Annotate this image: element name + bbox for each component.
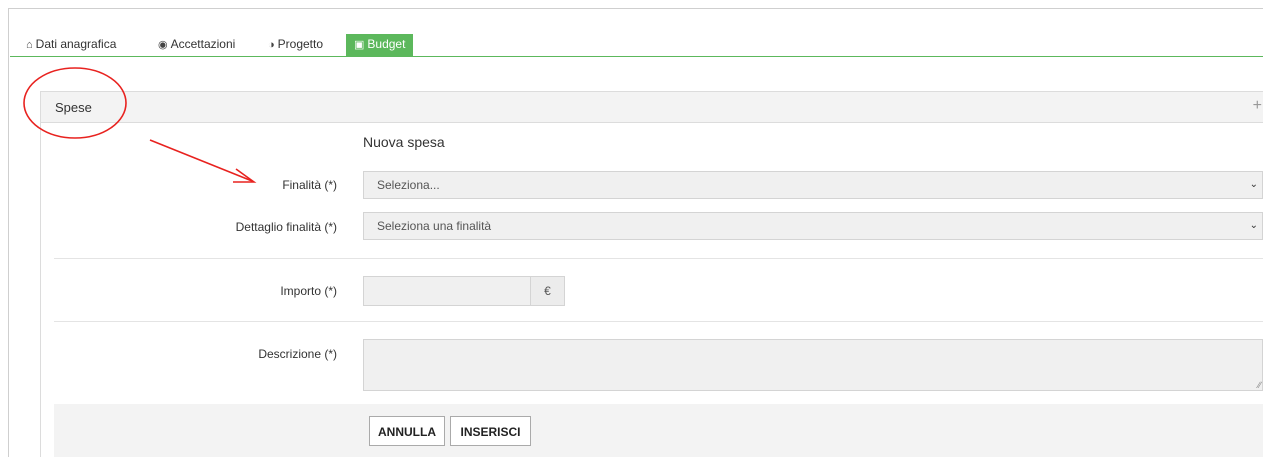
spese-panel: Spese +	[40, 91, 1263, 457]
descrizione-textarea[interactable]: ∕∕	[363, 339, 1263, 391]
importo-label: Importo (*)	[280, 284, 337, 298]
panel-title: Spese	[55, 100, 92, 115]
eye-icon: ◉	[158, 39, 168, 51]
tab-label: Dati anagrafica	[35, 37, 117, 51]
annulla-button[interactable]: ANNULLA	[369, 416, 445, 446]
tab-label: Progetto	[277, 37, 324, 51]
finalita-value: Seleziona...	[377, 178, 440, 192]
finalita-label: Finalità (*)	[282, 178, 337, 192]
tab-budget[interactable]: ▣ Budget	[346, 34, 414, 56]
descrizione-label: Descrizione (*)	[258, 347, 337, 361]
tab-progetto[interactable]: ◑ Progetto	[260, 34, 331, 56]
divider	[54, 321, 1263, 322]
form-title: Nuova spesa	[363, 134, 445, 150]
resize-handle-icon[interactable]: ∕∕	[1258, 380, 1261, 390]
dettaglio-finalita-value: Seleziona una finalità	[377, 219, 492, 233]
inserisci-button[interactable]: INSERISCI	[450, 416, 531, 446]
globe-icon: ◑	[268, 39, 275, 51]
tab-dati-anagrafica[interactable]: ⌂ Dati anagrafica	[18, 34, 124, 56]
finalita-select[interactable]: Seleziona... ⌄	[363, 171, 1263, 199]
home-icon: ⌂	[26, 39, 33, 51]
tab-label: Budget	[367, 37, 406, 51]
expand-icon[interactable]: +	[1253, 97, 1262, 115]
dettaglio-finalita-select[interactable]: Seleziona una finalità ⌄	[363, 212, 1263, 240]
money-icon: ▣	[354, 39, 365, 51]
tab-label: Accettazioni	[170, 37, 236, 51]
tab-accettazioni[interactable]: ◉ Accettazioni	[150, 34, 243, 56]
importo-input[interactable]	[363, 276, 531, 306]
panel-heading[interactable]: Spese +	[41, 91, 1263, 123]
divider	[54, 258, 1263, 259]
tab-bar: ⌂ Dati anagrafica ◉ Accettazioni ◑ Progetto…	[10, 34, 1263, 57]
form-footer	[54, 404, 1263, 457]
euro-addon: €	[531, 276, 565, 306]
chevron-down-icon: ⌄	[1249, 179, 1258, 190]
dettaglio-finalita-label: Dettaglio finalità (*)	[235, 220, 337, 234]
chevron-down-icon: ⌄	[1249, 220, 1258, 231]
